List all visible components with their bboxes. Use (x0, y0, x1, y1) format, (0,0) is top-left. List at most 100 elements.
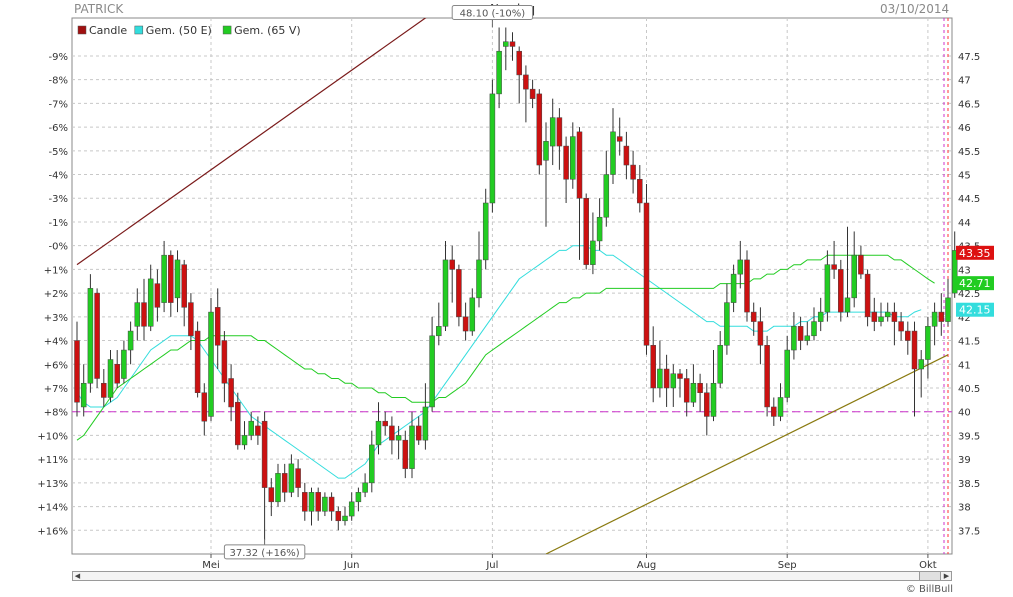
candle[interactable] (188, 302, 194, 337)
candle[interactable] (147, 278, 154, 327)
scroll-thumb[interactable] (919, 572, 941, 580)
candle[interactable] (395, 435, 402, 441)
candle[interactable] (127, 330, 134, 351)
candle[interactable] (717, 345, 723, 384)
candle[interactable] (134, 302, 141, 327)
candle[interactable] (563, 145, 569, 180)
candle[interactable] (288, 463, 295, 493)
candle[interactable] (181, 264, 187, 308)
candle[interactable] (844, 297, 851, 313)
candle[interactable] (925, 326, 931, 360)
candle[interactable] (429, 335, 435, 408)
scroll-right-icon[interactable]: ▶ (942, 572, 951, 580)
candle[interactable] (328, 496, 335, 512)
candle[interactable] (884, 311, 891, 318)
candle[interactable] (482, 202, 489, 261)
candle[interactable] (931, 311, 938, 327)
candle[interactable] (174, 259, 181, 299)
candle[interactable] (750, 311, 757, 322)
candle[interactable] (576, 131, 583, 199)
candle[interactable] (570, 136, 576, 180)
candle[interactable] (168, 254, 174, 303)
candle[interactable] (315, 492, 321, 512)
candle[interactable] (724, 302, 730, 346)
candle[interactable] (556, 117, 563, 147)
candle[interactable] (657, 368, 663, 389)
candle[interactable] (342, 515, 348, 522)
candle[interactable] (141, 302, 147, 327)
candle[interactable] (777, 397, 784, 417)
candle[interactable] (757, 321, 764, 346)
candle[interactable] (710, 382, 717, 417)
candle[interactable] (402, 439, 409, 469)
candle[interactable] (194, 330, 201, 393)
candle[interactable] (261, 420, 268, 488)
candle[interactable] (422, 406, 429, 441)
candle[interactable] (369, 444, 375, 484)
candle[interactable] (824, 264, 831, 313)
candle[interactable] (583, 197, 589, 265)
candle[interactable] (663, 368, 670, 389)
candle[interactable] (596, 216, 603, 242)
candle[interactable] (804, 335, 811, 341)
candle[interactable] (637, 179, 643, 204)
candle[interactable] (945, 297, 951, 322)
candle[interactable] (74, 340, 80, 403)
candle[interactable] (784, 349, 790, 398)
candle[interactable] (704, 392, 710, 417)
candle[interactable] (362, 482, 368, 493)
candle[interactable] (797, 326, 804, 341)
candle[interactable] (449, 259, 455, 270)
candle[interactable] (590, 240, 596, 265)
candle[interactable] (771, 406, 777, 417)
candle[interactable] (677, 373, 683, 379)
candle[interactable] (891, 311, 898, 322)
candle[interactable] (918, 359, 924, 370)
candle[interactable] (208, 311, 214, 417)
candle[interactable] (308, 492, 315, 512)
candle[interactable] (838, 269, 844, 313)
candle[interactable] (911, 330, 918, 370)
candle[interactable] (864, 273, 871, 318)
candle[interactable] (154, 283, 161, 308)
candle[interactable] (114, 364, 120, 384)
candle[interactable] (228, 378, 234, 408)
candle[interactable] (241, 435, 248, 446)
candle[interactable] (516, 50, 522, 76)
candle[interactable] (851, 254, 857, 299)
candlestick-chart[interactable]: 37.5 +16% 38 +14% 38.5 +13% 39 +11% 39.5 +10% 40 +8… (0, 0, 1013, 597)
candle[interactable] (255, 425, 261, 436)
candle[interactable] (543, 141, 549, 161)
candle[interactable] (603, 174, 610, 218)
candle[interactable] (523, 74, 529, 90)
chart-scrollbar[interactable]: ◀ ▶ (72, 571, 952, 581)
candle[interactable] (389, 425, 395, 441)
candle[interactable] (670, 373, 677, 389)
candle[interactable] (248, 420, 254, 436)
candle[interactable] (235, 401, 241, 446)
candle[interactable] (878, 316, 884, 322)
candle[interactable] (616, 136, 623, 142)
candle[interactable] (643, 202, 650, 346)
candle[interactable] (697, 382, 703, 393)
candle[interactable] (476, 259, 482, 299)
candle[interactable] (409, 425, 415, 469)
candle[interactable] (898, 321, 904, 332)
candle[interactable] (831, 264, 837, 270)
candle[interactable] (275, 473, 281, 503)
candle[interactable] (811, 321, 817, 337)
candle[interactable] (214, 307, 221, 346)
candle[interactable] (496, 50, 502, 95)
candle[interactable] (94, 292, 100, 379)
candle[interactable] (529, 88, 536, 99)
candle[interactable] (382, 420, 388, 427)
candle[interactable] (744, 259, 750, 313)
candle[interactable] (268, 487, 275, 503)
candle[interactable] (938, 311, 945, 322)
candle[interactable] (623, 145, 630, 166)
candle[interactable] (764, 345, 770, 408)
candle[interactable] (730, 273, 737, 303)
candle[interactable] (121, 349, 127, 379)
candle[interactable] (302, 492, 308, 512)
candle[interactable] (375, 420, 382, 446)
